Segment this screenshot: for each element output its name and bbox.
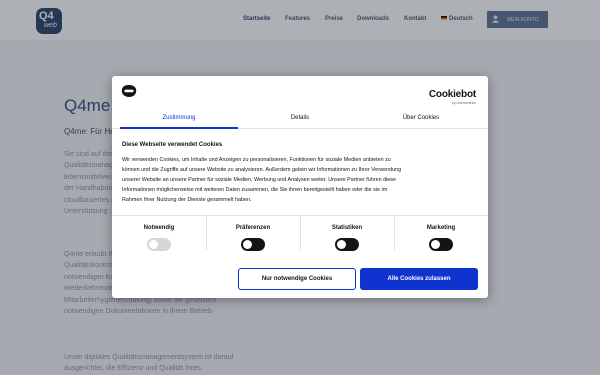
- brand-byline: by Usercentrics: [451, 101, 476, 105]
- description-line: Rahmen Ihrer Nutzung der Dienste gesamme…: [122, 196, 252, 203]
- active-tab-indicator: [120, 127, 238, 129]
- category-label-praeferenzen: Präferenzen: [235, 225, 271, 231]
- category-divider: [300, 216, 301, 250]
- category-label-notwendig: Notwendig: [143, 225, 175, 231]
- toggle-notwendig: [147, 238, 171, 251]
- necessary-cookies-button[interactable]: Nur notwendige Cookies: [238, 268, 356, 290]
- dialog-description: Wir verwenden Cookies, um Inhalte und An…: [122, 156, 460, 206]
- cookiebot-brand: Cookiebot by Usercentrics: [429, 84, 476, 105]
- description-line: Informationen möglicherweise mit weitere…: [122, 186, 388, 193]
- category-divider: [206, 216, 207, 250]
- category-label-marketing: Marketing: [426, 225, 456, 231]
- tab-details[interactable]: Details: [240, 115, 360, 121]
- accept-all-cookies-button[interactable]: Alle Cookies zulassen: [360, 268, 478, 290]
- description-line: unserer Website an unsere Partner für so…: [122, 176, 396, 183]
- toggle-marketing[interactable]: [429, 238, 453, 251]
- brand-name: Cookiebot: [428, 89, 476, 100]
- toggle-statistiken[interactable]: [335, 238, 359, 251]
- cookiebot-icon: [121, 85, 137, 97]
- dialog-heading: Diese Webseite verwendet Cookies: [122, 142, 223, 148]
- category-label-statistiken: Statistiken: [331, 225, 363, 231]
- description-line: können und die Zugriffe auf unsere Websi…: [122, 166, 402, 173]
- cookie-consent-dialog: Cookiebot by Usercentrics Zustimmung Det…: [112, 76, 488, 298]
- toggle-praeferenzen[interactable]: [241, 238, 265, 251]
- category-divider: [394, 216, 395, 250]
- tab-ueber-cookies[interactable]: Über Cookies: [361, 115, 481, 121]
- tab-zustimmung[interactable]: Zustimmung: [119, 115, 239, 121]
- description-line: Wir verwenden Cookies, um Inhalte und An…: [122, 157, 391, 163]
